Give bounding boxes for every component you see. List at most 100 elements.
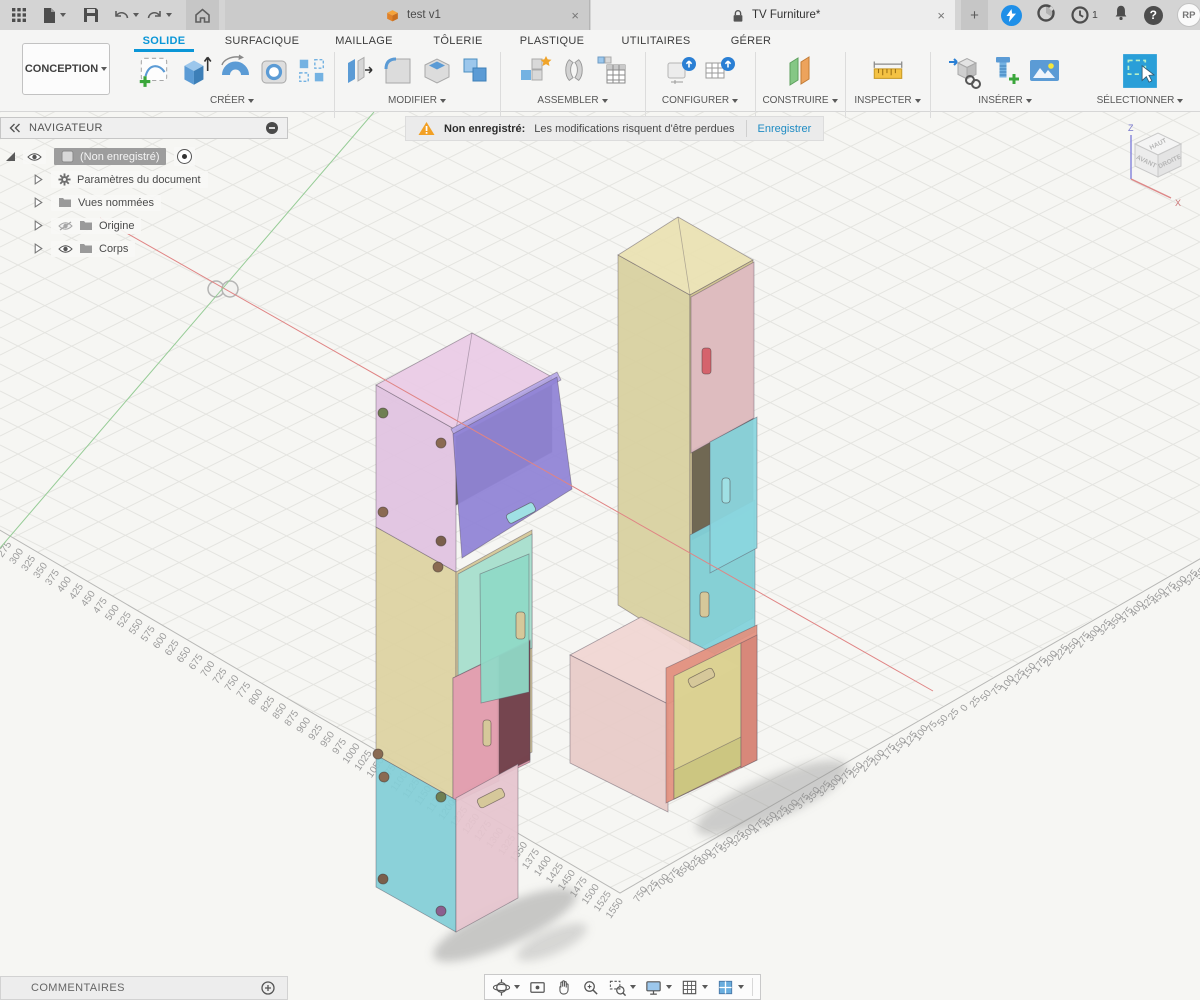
caret-right-icon[interactable] bbox=[34, 220, 43, 231]
home-dashboard-button[interactable] bbox=[186, 0, 219, 30]
activate-component-radio[interactable] bbox=[174, 147, 195, 166]
group-label-selectionner[interactable]: SÉLECTIONNER bbox=[1097, 95, 1184, 106]
teal-door-open-right[interactable] bbox=[710, 417, 757, 573]
navigator-header[interactable]: NAVIGATEUR bbox=[0, 117, 288, 139]
group-label-modifier[interactable]: MODIFIER bbox=[388, 95, 446, 106]
create-sketch-icon[interactable] bbox=[136, 52, 172, 90]
teal-door-handle[interactable] bbox=[516, 612, 525, 639]
group-label-inserer[interactable]: INSÉRER bbox=[978, 95, 1031, 106]
ribbon-tab-gerer[interactable]: GÉRER bbox=[731, 35, 772, 47]
tree-item-bodies[interactable]: Corps bbox=[6, 237, 288, 260]
shell-icon[interactable] bbox=[420, 52, 454, 90]
construction-plane-icon[interactable] bbox=[783, 52, 817, 90]
extrude-icon[interactable] bbox=[177, 52, 213, 90]
ribbon-tab-tolerie[interactable]: TÔLERIE bbox=[433, 35, 482, 47]
expand-plus-icon[interactable] bbox=[261, 981, 275, 995]
look-at-tool[interactable] bbox=[528, 978, 547, 997]
group-label-creer[interactable]: CRÉER bbox=[210, 95, 254, 106]
gear-icon bbox=[58, 173, 71, 186]
insert-fastener-icon[interactable] bbox=[988, 52, 1022, 90]
expand-triangle-icon[interactable] bbox=[6, 152, 15, 161]
tree-item-origin[interactable]: Origine bbox=[6, 214, 288, 237]
pattern-icon[interactable] bbox=[296, 52, 328, 90]
extensions-icon[interactable] bbox=[1001, 5, 1022, 26]
right-cabinet-tower[interactable] bbox=[570, 217, 757, 812]
document-tab-tv-furniture[interactable]: TV Furniture* × bbox=[591, 0, 955, 30]
ribbon-tab-surfacique[interactable]: SURFACIQUE bbox=[225, 35, 300, 47]
new-tab-button[interactable]: + bbox=[961, 0, 988, 30]
rose-door-handle[interactable] bbox=[483, 720, 491, 746]
caret-right-icon[interactable] bbox=[34, 174, 43, 185]
help-icon[interactable]: ? bbox=[1144, 6, 1163, 25]
ribbon-tab-maillage[interactable]: MAILLAGE bbox=[335, 35, 392, 47]
display-settings-tool[interactable] bbox=[644, 978, 672, 997]
notifications-bell-icon[interactable] bbox=[1112, 3, 1130, 27]
configure-design-icon[interactable] bbox=[664, 52, 698, 90]
fit-tool[interactable] bbox=[608, 978, 636, 997]
group-label-construire[interactable]: CONSTRUIRE bbox=[762, 95, 837, 106]
select-window-icon[interactable] bbox=[1121, 52, 1159, 90]
right-tower-left-face[interactable] bbox=[618, 255, 690, 650]
zoom-tool[interactable] bbox=[581, 978, 600, 997]
tree-item-named-views[interactable]: Vues nommées bbox=[6, 191, 288, 214]
insert-image-icon[interactable] bbox=[1027, 52, 1063, 90]
press-pull-icon[interactable] bbox=[342, 52, 376, 90]
teal-door-open-handle[interactable] bbox=[722, 478, 730, 503]
comments-panel[interactable]: COMMENTAIRES bbox=[0, 976, 288, 1000]
combine-icon[interactable] bbox=[459, 52, 493, 90]
teal-door-closed-handle[interactable] bbox=[700, 592, 709, 617]
undo-button[interactable] bbox=[113, 0, 139, 30]
tree-item-root[interactable]: (Non enregistré) bbox=[6, 145, 288, 168]
ribbon-tab-plastique[interactable]: PLASTIQUE bbox=[520, 35, 584, 47]
eye-hidden-icon[interactable] bbox=[58, 221, 73, 231]
folder-icon bbox=[79, 220, 93, 231]
group-label-assembler[interactable]: ASSEMBLER bbox=[537, 95, 607, 106]
3d-viewport[interactable]: 2753003253503754004254504755005255505756… bbox=[0, 112, 1200, 1000]
job-status-icon[interactable] bbox=[1036, 3, 1056, 28]
panel-options-icon[interactable] bbox=[265, 121, 279, 135]
chevron-down-icon bbox=[738, 985, 744, 989]
measure-icon[interactable] bbox=[870, 52, 906, 90]
group-label-inspecter[interactable]: INSPECTER bbox=[854, 95, 920, 106]
hole-icon[interactable] bbox=[257, 52, 291, 90]
caret-right-icon[interactable] bbox=[34, 197, 43, 208]
bom-table-icon[interactable] bbox=[595, 52, 629, 90]
close-icon[interactable]: × bbox=[571, 8, 579, 23]
group-label-configurer[interactable]: CONFIGURER bbox=[662, 95, 738, 106]
save-button[interactable] bbox=[83, 0, 99, 30]
orbit-tool[interactable] bbox=[492, 978, 520, 997]
grid-settings-tool[interactable] bbox=[680, 978, 708, 997]
visibility-toggle[interactable] bbox=[23, 150, 46, 164]
navigator-title: NAVIGATEUR bbox=[29, 122, 257, 134]
redo-button[interactable] bbox=[146, 0, 172, 30]
document-tab-test-v1[interactable]: test v1 × bbox=[225, 0, 590, 30]
ribbon-tab-utilitaires[interactable]: UTILITAIRES bbox=[621, 35, 690, 47]
left-tower-body-left-face[interactable] bbox=[376, 527, 456, 800]
pan-tool[interactable] bbox=[555, 978, 573, 997]
file-menu-button[interactable] bbox=[42, 0, 66, 30]
caret-right-icon[interactable] bbox=[34, 243, 43, 254]
pink-door-handle[interactable] bbox=[702, 348, 711, 374]
warning-message: Les modifications risquent d'être perdue… bbox=[534, 123, 734, 135]
revolve-icon[interactable] bbox=[218, 52, 252, 90]
workspace-mode-button[interactable]: CONCEPTION bbox=[22, 43, 110, 95]
joint-icon[interactable] bbox=[558, 52, 590, 90]
viewports-tool[interactable] bbox=[716, 978, 744, 997]
configuration-table-icon[interactable] bbox=[703, 52, 737, 90]
view-cube[interactable]: HAUT AVANT DROITE Z X bbox=[1095, 117, 1200, 217]
new-component-icon[interactable] bbox=[517, 52, 553, 90]
fillet-icon[interactable] bbox=[381, 52, 415, 90]
close-icon[interactable]: × bbox=[937, 8, 945, 23]
ribbon-tab-solide[interactable]: SOLIDE bbox=[143, 35, 186, 47]
left-cabinet-tower[interactable] bbox=[373, 333, 572, 932]
tree-item-document-settings[interactable]: Paramètres du document bbox=[6, 168, 288, 191]
avatar[interactable]: RP bbox=[1177, 3, 1200, 27]
activity-clock-button[interactable]: 1 bbox=[1070, 5, 1098, 25]
eye-icon[interactable] bbox=[58, 244, 73, 254]
app-grid-icon[interactable] bbox=[8, 0, 30, 30]
enregistrer-link[interactable]: Enregistrer bbox=[758, 123, 812, 135]
origin-marker[interactable] bbox=[208, 281, 238, 297]
insert-derive-icon[interactable] bbox=[947, 52, 983, 90]
collapse-panel-icon[interactable] bbox=[9, 123, 21, 133]
root-document-node[interactable]: (Non enregistré) bbox=[54, 148, 166, 165]
